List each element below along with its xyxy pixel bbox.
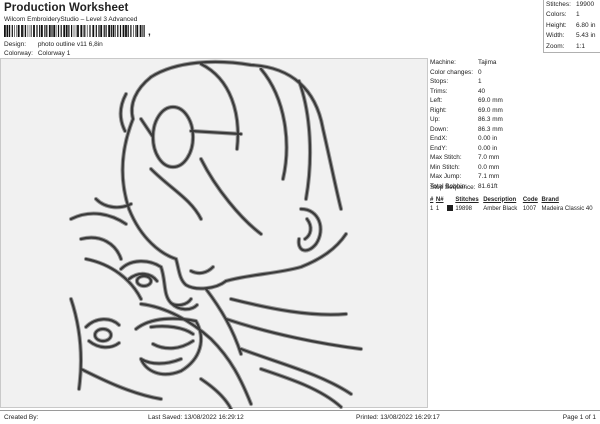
colorway-row: Colorway: Colorway 1 xyxy=(4,50,70,57)
info-value: 0 xyxy=(478,68,482,76)
stats-panel: Stitches: 19900 Colors: 1 Height: 6.80 in W… xyxy=(543,0,600,53)
info-label: Min Stitch: xyxy=(430,163,460,171)
stop-sequence-title: Stop Sequence: xyxy=(430,184,476,191)
row-needle: 1 xyxy=(435,205,440,212)
col-brand: Brand xyxy=(541,196,559,203)
info-label: EndY: xyxy=(430,144,448,152)
row-brand: Madeira Classic 40 xyxy=(541,205,593,212)
stat-colors: Colors: 1 xyxy=(544,10,600,20)
info-value: 1 xyxy=(478,78,482,85)
info-label: Left: xyxy=(430,97,443,104)
stat-label: Stitches: xyxy=(546,1,571,8)
col-swatch xyxy=(447,195,456,204)
info-value: 86.3 mm xyxy=(478,116,503,123)
info-label: Max Stitch: xyxy=(430,154,462,161)
info-label: Right: xyxy=(430,106,447,114)
info-value: 7.1 mm xyxy=(478,173,500,180)
stat-label: Colors: xyxy=(546,11,567,19)
table-row: 1 1 19898 Amber Black 1007 Madeira Class… xyxy=(430,204,600,213)
design-barcode xyxy=(4,25,145,37)
info-row: Max Jump: 7.1 mm xyxy=(430,172,600,182)
barcode-suffix: , xyxy=(148,27,151,38)
col-stitches: Stitches xyxy=(455,196,479,203)
info-row: Max Stitch: 7.0 mm xyxy=(430,153,600,163)
colorway-value: Colorway 1 xyxy=(37,50,71,57)
software-subtitle: Wilcom EmbroideryStudio – Level 3 Advanc… xyxy=(4,16,138,23)
stat-value: 6.80 in xyxy=(576,21,596,29)
info-label: Max Jump: xyxy=(430,173,462,180)
info-value: 86.3 mm xyxy=(478,125,503,133)
machine-info-panel: Machine: Tajima Color changes: 0 Stops: 1 Trim… xyxy=(430,58,600,191)
info-row: Down: 86.3 mm xyxy=(430,125,600,135)
stat-height: Height: 6.80 in xyxy=(544,21,600,31)
info-value: 7.0 mm xyxy=(478,154,500,161)
row-swatch xyxy=(446,204,456,213)
info-label: EndX: xyxy=(430,135,448,142)
info-value: 69.0 mm xyxy=(478,106,503,114)
color-swatch xyxy=(446,205,453,212)
design-value: photo outline v11 6,8in xyxy=(37,41,103,48)
stat-zoom: Zoom: 1:1 xyxy=(544,42,600,52)
info-value: 40 xyxy=(478,87,486,95)
info-value: 81.61ft xyxy=(478,182,498,190)
design-name-row: Design: photo outline v11 6,8in xyxy=(4,41,103,48)
stop-sequence-table: # N# Stitches Description Code Brand 1 1… xyxy=(430,195,600,213)
page-footer: Created By: Last Saved: 13/08/2022 16:29… xyxy=(0,410,600,424)
info-row: Up: 86.3 mm xyxy=(430,115,600,125)
table-header-row: # N# Stitches Description Code Brand xyxy=(430,195,600,204)
page-title: Production Worksheet xyxy=(4,2,129,14)
design-preview xyxy=(0,58,428,409)
embroidery-drawing xyxy=(68,59,364,409)
info-label: Machine: xyxy=(430,59,456,66)
info-label: Color changes: xyxy=(430,68,473,76)
info-value: 69.0 mm xyxy=(478,97,503,104)
stat-stitches: Stitches: 19900 xyxy=(544,0,600,10)
info-value: 0.0 mm xyxy=(478,163,500,171)
colorway-label: Colorway: xyxy=(4,50,33,57)
info-row: Color changes: 0 xyxy=(430,68,600,78)
last-saved: Last Saved: 13/08/2022 16:29:12 xyxy=(148,414,244,421)
info-row: EndX: 0.00 in xyxy=(430,134,600,144)
info-row: Left: 69.0 mm xyxy=(430,96,600,106)
col-description: Description xyxy=(483,196,517,203)
stat-width: Width: 5.43 in xyxy=(544,31,600,41)
stat-label: Width: xyxy=(546,32,565,40)
design-label: Design: xyxy=(4,41,27,48)
stat-value: 1 xyxy=(576,11,580,19)
col-needle: N# xyxy=(435,196,444,203)
info-value: 0.00 in xyxy=(478,135,498,142)
stat-value: 19900 xyxy=(576,1,595,8)
info-label: Up: xyxy=(430,116,440,123)
info-label: Stops: xyxy=(430,78,449,85)
stat-label: Zoom: xyxy=(546,42,565,50)
printed-date: Printed: 13/08/2022 16:29:17 xyxy=(356,414,440,421)
stat-value: 1:1 xyxy=(576,42,586,50)
row-code: 1007 xyxy=(522,205,537,212)
stat-value: 5.43 in xyxy=(576,32,596,40)
info-value: 0.00 in xyxy=(478,144,498,152)
info-label: Trims: xyxy=(430,87,448,95)
info-value: Tajima xyxy=(478,59,497,66)
col-code: Code xyxy=(522,196,538,203)
row-description: Amber Black xyxy=(483,205,518,212)
info-row: EndY: 0.00 in xyxy=(430,144,600,154)
page-number: Page 1 of 1 xyxy=(562,414,596,421)
info-row: Right: 69.0 mm xyxy=(430,106,600,116)
info-row: Min Stitch: 0.0 mm xyxy=(430,163,600,173)
stat-label: Height: xyxy=(546,21,567,29)
info-row: Trims: 40 xyxy=(430,87,600,97)
info-row: Machine: Tajima xyxy=(430,58,600,68)
row-stitches: 19898 xyxy=(455,205,472,212)
created-by: Created By: xyxy=(4,414,39,421)
info-row: Stops: 1 xyxy=(430,77,600,87)
info-label: Down: xyxy=(430,125,449,133)
